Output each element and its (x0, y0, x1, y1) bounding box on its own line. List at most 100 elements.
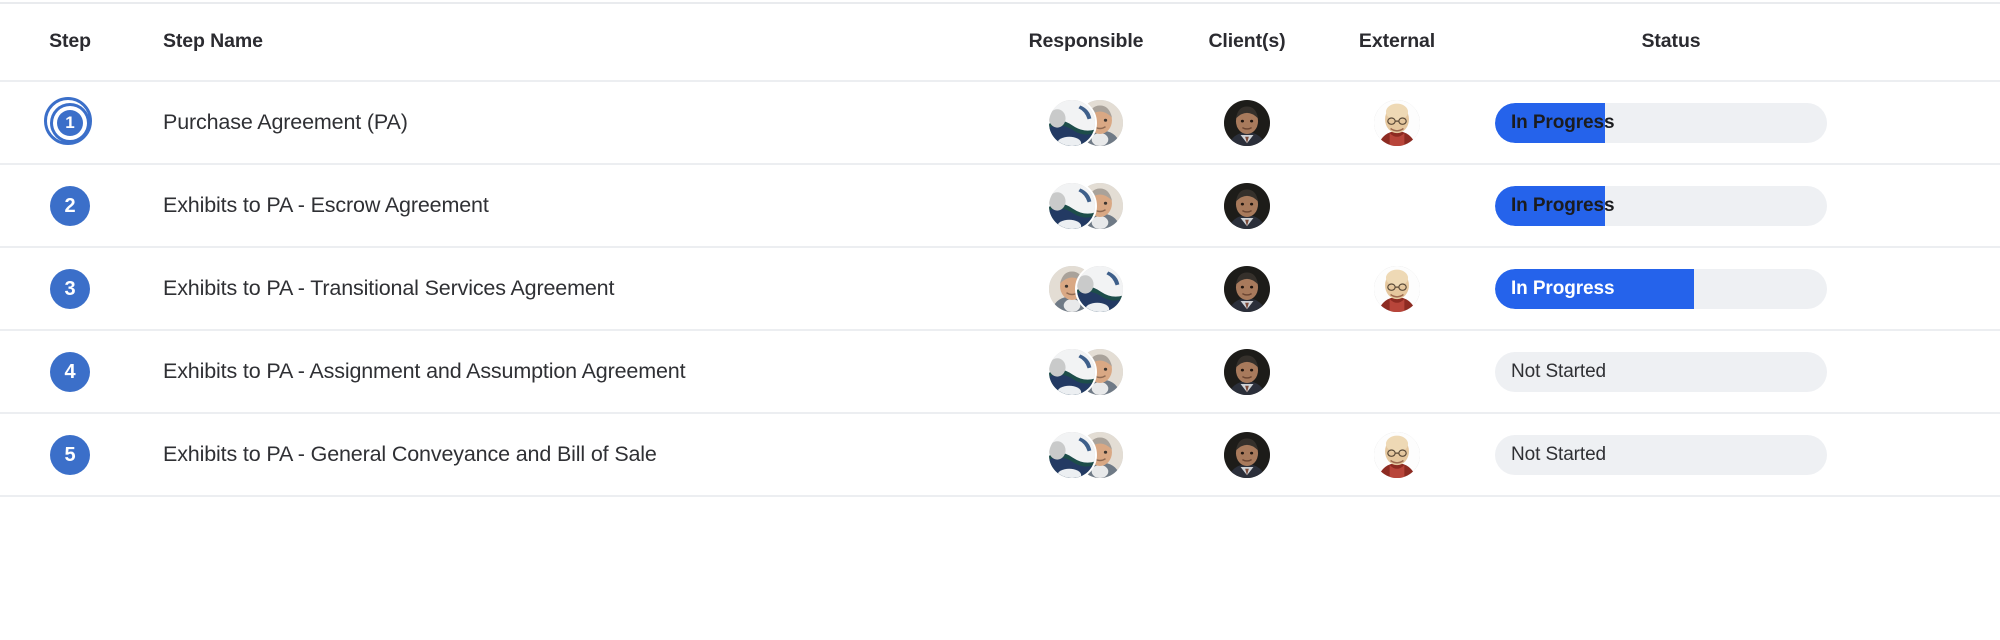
avatar-stack (1222, 97, 1272, 148)
step-badge[interactable]: 3 (50, 268, 90, 309)
cell-step-name: Purchase Agreement (PA) (140, 81, 1000, 165)
avatar-stack (1372, 429, 1422, 480)
avatar-group (1172, 165, 1322, 246)
status-badge: In Progress (1511, 194, 1615, 216)
avatar-stack (1047, 180, 1125, 231)
external-avatar-bald-elder[interactable] (1372, 97, 1422, 148)
column-header-step-name[interactable]: Step Name (140, 2, 1000, 82)
step-table-panel: Step Step Name Responsible Client(s) Ext… (0, 2, 2000, 640)
cell-status: In Progress (1472, 164, 2000, 248)
column-header-step[interactable]: Step (0, 2, 140, 82)
step-name-label[interactable]: Exhibits to PA - General Conveyance and … (140, 442, 1000, 467)
client-avatar-dark-portrait[interactable] (1222, 97, 1272, 148)
avatar-group (1322, 331, 1472, 412)
column-header-status[interactable]: Status (1472, 2, 2000, 82)
cell-external (1322, 413, 1472, 497)
cell-step: 3 (0, 247, 140, 331)
cell-clients (1172, 330, 1322, 414)
top-divider (0, 2, 2000, 4)
client-avatar-dark-portrait[interactable] (1222, 263, 1272, 314)
cell-clients (1172, 81, 1322, 165)
column-header-clients[interactable]: Client(s) (1172, 2, 1322, 82)
avatar-stack (1047, 97, 1125, 148)
cell-status: In Progress (1472, 81, 2000, 165)
cell-external (1322, 247, 1472, 331)
cell-status: In Progress (1472, 247, 2000, 331)
status-badge: Not Started (1511, 443, 1607, 465)
avatar-group (1172, 248, 1322, 329)
table-row[interactable]: 2 Exhibits to PA - Escrow Agreement In Pro… (0, 164, 2000, 248)
cell-status: Not Started (1472, 413, 2000, 497)
responsible-avatar-dark-suit[interactable] (1047, 97, 1097, 148)
column-header-responsible[interactable]: Responsible (1000, 2, 1172, 82)
cell-status: Not Started (1472, 330, 2000, 414)
step-badge-active[interactable]: 1 (44, 96, 92, 145)
status-wrapper: Not Started (1472, 414, 2000, 495)
table-row[interactable]: 5 Exhibits to PA - General Conveyance and… (0, 413, 2000, 497)
step-number: 2 (64, 194, 76, 217)
cell-responsible (1000, 330, 1172, 414)
avatar-stack (1222, 180, 1272, 231)
avatar-group (1000, 248, 1172, 329)
avatar-stack (1222, 263, 1272, 314)
avatar-stack (1222, 346, 1272, 397)
status-progress-bar[interactable]: Not Started (1495, 434, 1827, 475)
cell-step-name: Exhibits to PA - Assignment and Assumpti… (140, 330, 1000, 414)
responsible-avatar-dark-suit[interactable] (1047, 180, 1097, 231)
step-badge[interactable]: 5 (50, 434, 90, 475)
cell-step: 2 (0, 164, 140, 248)
table-row[interactable]: 1 Purchase Agreement (PA) In Progress (0, 81, 2000, 165)
step-name-label[interactable]: Purchase Agreement (PA) (140, 110, 1000, 135)
cell-responsible (1000, 413, 1172, 497)
cell-step: 5 (0, 413, 140, 497)
status-badge: In Progress (1511, 277, 1615, 299)
step-number: 4 (64, 360, 76, 383)
cell-step-name: Exhibits to PA - General Conveyance and … (140, 413, 1000, 497)
status-progress-bar[interactable]: Not Started (1495, 351, 1827, 392)
avatar-stack (1222, 429, 1272, 480)
cell-clients (1172, 247, 1322, 331)
step-badge[interactable]: 4 (50, 351, 90, 392)
responsible-avatar-dark-suit[interactable] (1047, 346, 1097, 397)
column-header-external[interactable]: External (1322, 2, 1472, 82)
avatar-group (1000, 331, 1172, 412)
table-body: 1 Purchase Agreement (PA) In Progress 2 Exhi… (0, 81, 2000, 497)
steps-table: Step Step Name Responsible Client(s) Ext… (0, 2, 2000, 497)
status-wrapper: In Progress (1472, 248, 2000, 329)
step-badge[interactable]: 2 (50, 185, 90, 226)
avatar-group (1000, 82, 1172, 163)
table-row[interactable]: 4 Exhibits to PA - Assignment and Assumpt… (0, 330, 2000, 414)
status-badge: Not Started (1511, 360, 1607, 382)
avatar-group (1000, 165, 1172, 246)
step-cell: 3 (0, 248, 140, 329)
status-progress-bar[interactable]: In Progress (1495, 102, 1827, 143)
step-number: 3 (64, 277, 76, 300)
avatar-group (1172, 331, 1322, 412)
avatar-group (1172, 414, 1322, 495)
client-avatar-dark-portrait[interactable] (1222, 346, 1272, 397)
cell-step: 1 (0, 81, 140, 165)
status-progress-bar[interactable]: In Progress (1495, 268, 1827, 309)
step-cell: 4 (0, 331, 140, 412)
step-name-label[interactable]: Exhibits to PA - Transitional Services A… (140, 276, 1000, 301)
avatar-group (1322, 248, 1472, 329)
avatar-group (1322, 82, 1472, 163)
avatar-stack (1047, 346, 1125, 397)
external-avatar-bald-elder[interactable] (1372, 263, 1422, 314)
step-name-label[interactable]: Exhibits to PA - Assignment and Assumpti… (140, 359, 1000, 384)
cell-step-name: Exhibits to PA - Escrow Agreement (140, 164, 1000, 248)
responsible-avatar-dark-suit[interactable] (1075, 263, 1125, 314)
step-number: 5 (64, 443, 76, 466)
responsible-avatar-dark-suit[interactable] (1047, 429, 1097, 480)
step-cell: 1 (0, 82, 140, 163)
client-avatar-dark-portrait[interactable] (1222, 180, 1272, 231)
external-avatar-bald-elder[interactable] (1372, 429, 1422, 480)
status-progress-bar[interactable]: In Progress (1495, 185, 1827, 226)
cell-step: 4 (0, 330, 140, 414)
status-wrapper: In Progress (1472, 82, 2000, 163)
step-name-label[interactable]: Exhibits to PA - Escrow Agreement (140, 193, 1000, 218)
step-cell: 2 (0, 165, 140, 246)
avatar-stack (1372, 97, 1422, 148)
client-avatar-dark-portrait[interactable] (1222, 429, 1272, 480)
table-row[interactable]: 3 Exhibits to PA - Transitional Services … (0, 247, 2000, 331)
